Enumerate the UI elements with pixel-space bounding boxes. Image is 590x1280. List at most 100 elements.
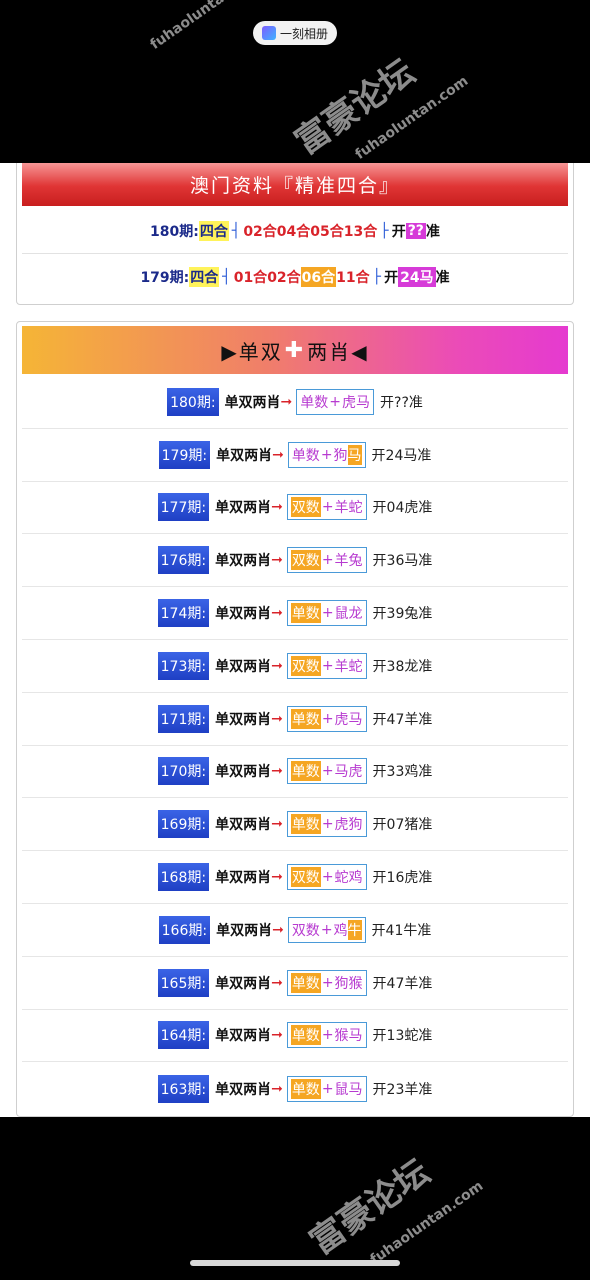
list-item: 168期: 单双两肖 ➞ 双数 + 蛇鸡开16虎准: [22, 851, 568, 904]
zodiac-2: 马: [348, 711, 363, 728]
zodiac-2: 鸡: [348, 870, 363, 887]
prediction-box: 双数 + 蛇鸡: [286, 864, 367, 891]
result-text: 开24马准: [371, 447, 432, 464]
oddeven-value: 单数: [290, 972, 321, 993]
prediction-box: 单数 + 虎马: [286, 705, 367, 732]
row-label: 单双两肖: [215, 975, 272, 992]
zodiac-1: 蛇: [334, 870, 349, 887]
bracket-left-icon: ┤: [231, 222, 241, 239]
combo-tag: 四合: [198, 220, 229, 241]
result-text: 开39兔准: [372, 606, 433, 623]
combo-number: 04合: [276, 223, 311, 240]
result-text: 开16虎准: [372, 870, 433, 887]
list-item: 166期: 单双两肖 ➞ 双数 + 鸡牛开41牛准: [22, 904, 568, 957]
zodiac-2: 马: [348, 1028, 363, 1045]
app-logo-icon: [261, 26, 276, 40]
period-label: 179期:: [140, 270, 190, 286]
combo-number: 06合: [300, 267, 337, 287]
open-suffix: 准: [435, 270, 450, 286]
combo-number: 02合: [243, 223, 277, 240]
result-text: 开47羊准: [372, 975, 433, 992]
result-text: 开38龙准: [372, 658, 433, 675]
list-item: 180期: 单双两肖 ➞ 单数 + 虎马开??准: [22, 376, 568, 429]
period-badge: 165期:: [157, 968, 210, 997]
arrow-icon: ➞: [271, 1080, 283, 1097]
result-text: 开07猪准: [372, 817, 433, 834]
prediction-box: 单数 + 猴马: [286, 1022, 367, 1049]
plus-sign: +: [321, 974, 334, 991]
list-item: 171期: 单双两肖 ➞ 单数 + 虎马开47羊准: [22, 693, 568, 746]
plus-sign: +: [321, 1027, 334, 1044]
arrow-icon: ➞: [271, 499, 283, 516]
arrow-icon: ➞: [271, 710, 283, 727]
plus-sign: +: [329, 393, 342, 410]
list-item: 164期: 单双两肖 ➞ 单数 + 猴马开13蛇准: [22, 1010, 568, 1063]
list-item: 170期: 单双两肖 ➞ 单数 + 马虎开33鸡准: [22, 746, 568, 799]
oddeven-value: 单数: [300, 394, 329, 411]
prediction-box: 单数 + 鼠马: [286, 1075, 367, 1102]
oddeven-value: 单数: [290, 761, 321, 782]
zodiac-1: 狗: [333, 447, 348, 464]
combo-number: 11合: [336, 270, 370, 286]
arrow-icon: ➞: [271, 869, 283, 886]
zodiac-2: 马: [356, 394, 371, 411]
period-badge: 179期:: [158, 440, 211, 469]
zodiac-1: 狗: [334, 975, 349, 992]
oddeven-value: 双数: [291, 922, 320, 939]
prediction-box: 单数 + 虎马: [296, 388, 375, 415]
row-label: 单双两肖: [224, 394, 281, 411]
zodiac-1: 羊: [334, 500, 349, 517]
prediction-box: 双数 + 羊兔: [286, 547, 367, 574]
period-badge: 170期:: [157, 757, 210, 786]
row-label: 单双两肖: [215, 1028, 272, 1045]
plus-sign: +: [321, 763, 334, 780]
danshuang-title: ▶单双 ✚ 两肖◀: [22, 326, 568, 374]
zodiac-1: 羊: [334, 658, 349, 675]
prediction-box: 单数 + 狗猴: [286, 969, 367, 996]
macau-row: 180期: 四合 ┤ 02合 04合 05合 13合 ├ 开?? 准: [22, 208, 568, 254]
zodiac-1: 虎: [334, 711, 349, 728]
result-text: 开36马准: [372, 553, 433, 570]
row-label: 单双两肖: [216, 447, 273, 464]
open-prefix: 开: [391, 223, 406, 240]
period-badge: 168期:: [157, 863, 210, 892]
zodiac-2: 马: [348, 1081, 363, 1098]
result-text: 开04虎准: [372, 500, 433, 517]
oddeven-value: 双数: [290, 867, 321, 888]
zodiac-2: 虎: [348, 764, 363, 781]
result-text: 开23羊准: [372, 1081, 433, 1098]
danshuang-title-left: ▶单双: [221, 339, 283, 364]
home-indicator[interactable]: [190, 1260, 400, 1266]
period-badge: 180期:: [167, 387, 219, 416]
oddeven-value: 双数: [290, 497, 321, 518]
period-badge: 171期:: [157, 704, 210, 733]
arrow-icon: ➞: [271, 763, 283, 780]
zodiac-2: 马: [347, 444, 362, 465]
bracket-left-icon: ┤: [222, 269, 231, 285]
plus-sign: +: [320, 921, 333, 938]
list-item: 165期: 单双两肖 ➞ 单数 + 狗猴开47羊准: [22, 957, 568, 1010]
arrow-icon: ➞: [271, 552, 283, 569]
list-item: 177期: 单双两肖 ➞ 双数 + 羊蛇开04虎准: [22, 482, 568, 535]
arrow-icon: ➞: [271, 1027, 283, 1044]
bracket-right-icon: ├: [380, 222, 389, 239]
row-label: 单双两肖: [215, 817, 272, 834]
open-prefix: 开: [384, 270, 399, 286]
arrow-icon: ➞: [271, 816, 283, 833]
period-label: 180期:: [150, 223, 199, 240]
oddeven-value: 单数: [290, 1078, 321, 1099]
oddeven-value: 单数: [290, 603, 321, 624]
zodiac-2: 蛇: [348, 500, 363, 517]
arrow-icon: ➞: [271, 605, 283, 622]
open-suffix: 准: [425, 223, 440, 240]
result-text: 开??准: [380, 394, 423, 411]
oddeven-value: 单数: [290, 1025, 321, 1046]
app-pill[interactable]: 一刻相册: [253, 21, 337, 45]
cross-icon: ✚: [284, 337, 306, 363]
bracket-right-icon: ├: [372, 269, 382, 285]
oddeven-value: 单数: [291, 447, 320, 464]
prediction-box: 双数 + 羊蛇: [286, 652, 367, 679]
combo-number: 13合: [343, 223, 378, 240]
plus-sign: +: [321, 1080, 334, 1097]
combo-number: 05合: [310, 223, 344, 240]
